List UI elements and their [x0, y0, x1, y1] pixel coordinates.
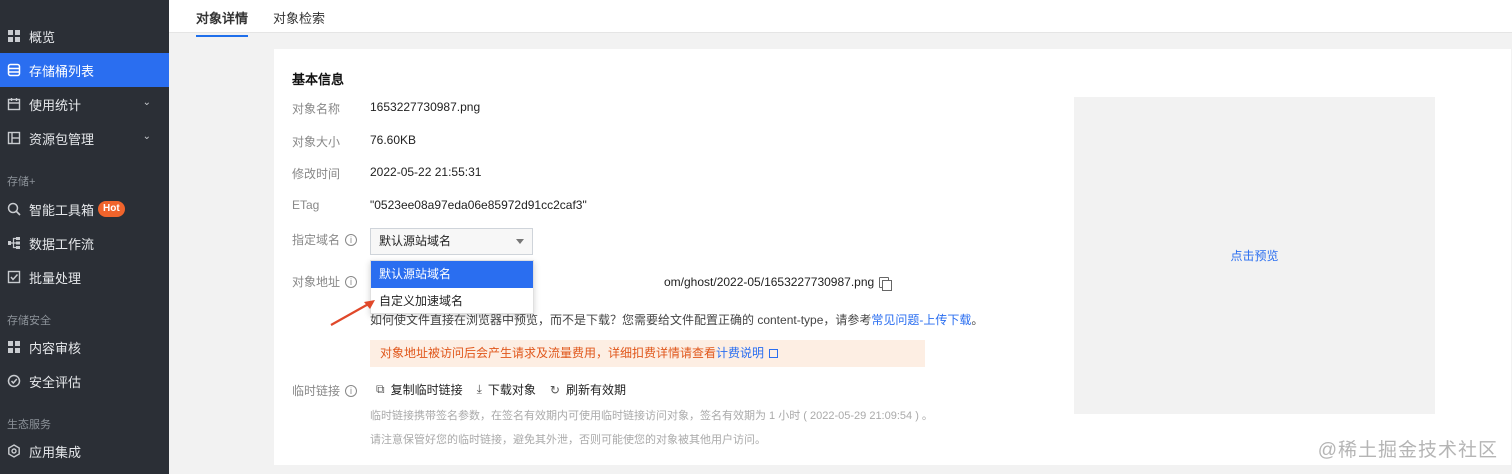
- object-url-tail: om/ghost/2022-05/1653227730987.png: [664, 275, 875, 289]
- tip-end: 。: [971, 313, 984, 327]
- object-size-value: 76.60KB: [370, 133, 417, 147]
- faq-upload-download-link[interactable]: 常见问题-上传下载: [871, 313, 971, 327]
- workflow-icon: [7, 236, 21, 250]
- domain-select[interactable]: 默认源站域名: [370, 228, 533, 255]
- tab-object-details[interactable]: 对象详情: [196, 8, 249, 37]
- package-icon: [7, 131, 21, 145]
- grid-icon: [7, 340, 21, 354]
- external-link-icon[interactable]: [769, 349, 779, 358]
- download-object-label: 下载对象: [487, 383, 536, 397]
- sidebar: 概览 存储桶列表 使用统计 ⌄ 资源包管理 ⌄ 存储+ 智能工具箱 Hot 数据…: [0, 0, 169, 474]
- refresh-icon: ↻: [549, 382, 560, 397]
- sidebar-item-app-integration[interactable]: 应用集成: [0, 434, 169, 468]
- object-name-value: 1653227730987.png: [370, 100, 481, 114]
- sidebar-item-label: 数据工作流: [29, 236, 95, 252]
- object-name-label: 对象名称: [292, 102, 341, 116]
- click-to-preview-link[interactable]: 点击预览: [1230, 247, 1278, 264]
- download-object-button[interactable]: ⤓ 下载对象: [477, 381, 536, 398]
- sidebar-header: [0, 0, 169, 18]
- tab-object-search[interactable]: 对象检索: [273, 8, 325, 35]
- caret-down-icon: [516, 239, 524, 244]
- sidebar-item-resource-packs[interactable]: 资源包管理 ⌄: [0, 121, 169, 155]
- watermark: @稀土掘金技术社区: [1317, 440, 1498, 461]
- sidebar-item-content-moderation[interactable]: 内容审核: [0, 330, 169, 364]
- sidebar-item-label: 批量处理: [29, 270, 82, 286]
- download-icon: ⤓: [476, 382, 482, 396]
- sidebar-item-label: 智能工具箱: [29, 202, 95, 218]
- info-icon[interactable]: i: [345, 384, 358, 397]
- tab-bar: 对象详情 对象检索: [169, 0, 1512, 37]
- sidebar-item-smart-toolbox[interactable]: 智能工具箱 Hot: [0, 192, 169, 226]
- refresh-validity-button[interactable]: ↻ 刷新有效期: [550, 381, 626, 398]
- domain-label-row: 指定域名 i: [292, 231, 358, 248]
- modified-time-value: 2022-05-22 21:55:31: [370, 165, 482, 179]
- tip-text: 如何使文件直接在浏览器中预览，而不是下载？您需要给文件配置正确的 content…: [370, 313, 872, 327]
- chevron-down-icon: ⌄: [142, 131, 151, 142]
- chevron-down-icon: ⌄: [142, 97, 151, 108]
- sidebar-item-overview[interactable]: 概览: [0, 19, 169, 53]
- sidebar-item-label: 概览: [29, 29, 56, 45]
- etag-label: ETag: [292, 198, 320, 212]
- sidebar-item-label: 使用统计: [29, 97, 82, 113]
- group-title-ecosystem: 生态服务: [7, 419, 51, 431]
- temp-link-note-2: 请注意保管好您的临时链接，避免其外泄，否则可能使您的对象被其他用户访问。: [370, 434, 766, 446]
- info-icon[interactable]: i: [345, 233, 358, 246]
- bucket-icon: [7, 63, 21, 77]
- sidebar-item-data-workflow[interactable]: 数据工作流: [0, 226, 169, 260]
- temp-link-label: 临时链接: [292, 384, 341, 398]
- temp-link-label-row: 临时链接 i: [292, 382, 358, 399]
- domain-select-value: 默认源站域名: [379, 234, 452, 248]
- checkbox-icon: [7, 270, 21, 284]
- copy-icon[interactable]: [879, 277, 892, 291]
- dropdown-option-custom-cdn-domain[interactable]: 自定义加速域名: [371, 288, 533, 315]
- group-title-storage-security: 存储安全: [7, 315, 51, 327]
- etag-value: "0523ee08a97eda06e85972d91cc2caf3": [370, 198, 587, 212]
- sidebar-item-label: 安全评估: [29, 374, 82, 390]
- sidebar-item-label: 内容审核: [29, 340, 82, 356]
- calendar-icon: [7, 97, 21, 111]
- temp-link-actions: ⧉ 复制临时链接 ⤓ 下载对象 ↻ 刷新有效期: [376, 381, 626, 398]
- group-title-storage-plus: 存储+: [7, 176, 36, 188]
- dropdown-option-default-domain[interactable]: 默认源站域名: [371, 261, 533, 288]
- sidebar-item-label: 应用集成: [29, 444, 82, 460]
- billing-warning: 对象地址被访问后会产生请求及流量费用，详细扣费详情请查看计费说明: [370, 340, 925, 367]
- copy-temp-link-button[interactable]: ⧉ 复制临时链接: [376, 381, 463, 398]
- url-label-row: 对象地址 i: [292, 273, 358, 290]
- gear-icon: [7, 444, 21, 458]
- domain-dropdown: 默认源站域名 自定义加速域名: [370, 260, 534, 314]
- card-title: 基本信息: [292, 72, 345, 87]
- temp-link-note-1: 临时链接携带签名参数，在签名有效期内可使用临时链接访问对象，签名有效期为 1 小…: [370, 410, 933, 422]
- annotation-arrow-icon: [330, 300, 375, 326]
- modified-time-label: 修改时间: [292, 167, 341, 181]
- warning-text: 对象地址被访问后会产生请求及流量费用，详细扣费详情请查看: [380, 346, 717, 360]
- sidebar-item-label: 资源包管理: [29, 131, 95, 147]
- sidebar-item-bucket-list[interactable]: 存储桶列表: [0, 53, 169, 87]
- search-gear-icon: [7, 202, 21, 216]
- info-icon[interactable]: i: [345, 275, 358, 288]
- object-size-label: 对象大小: [292, 135, 341, 149]
- refresh-validity-label: 刷新有效期: [565, 383, 626, 397]
- sidebar-item-security-assessment[interactable]: 安全评估: [0, 364, 169, 398]
- basic-info-card: 基本信息 对象名称 1653227730987.png 对象大小 76.60KB…: [274, 49, 1511, 465]
- copy-temp-link-label: 复制临时链接: [390, 383, 463, 397]
- hot-badge: Hot: [98, 201, 125, 217]
- domain-label: 指定域名: [292, 233, 341, 247]
- sidebar-item-label: 存储桶列表: [29, 63, 95, 79]
- shield-check-icon: [7, 374, 21, 388]
- billing-link[interactable]: 计费说明: [716, 346, 764, 360]
- copy-icon: ⧉: [376, 382, 385, 396]
- sidebar-item-batch-processing[interactable]: 批量处理: [0, 260, 169, 294]
- url-label: 对象地址: [292, 275, 341, 289]
- grid-icon: [7, 29, 21, 43]
- object-url[interactable]: om/ghost/2022-05/1653227730987.png: [536, 275, 874, 289]
- preview-panel: 点击预览: [1074, 97, 1435, 414]
- sidebar-item-usage-stats[interactable]: 使用统计 ⌄: [0, 87, 169, 121]
